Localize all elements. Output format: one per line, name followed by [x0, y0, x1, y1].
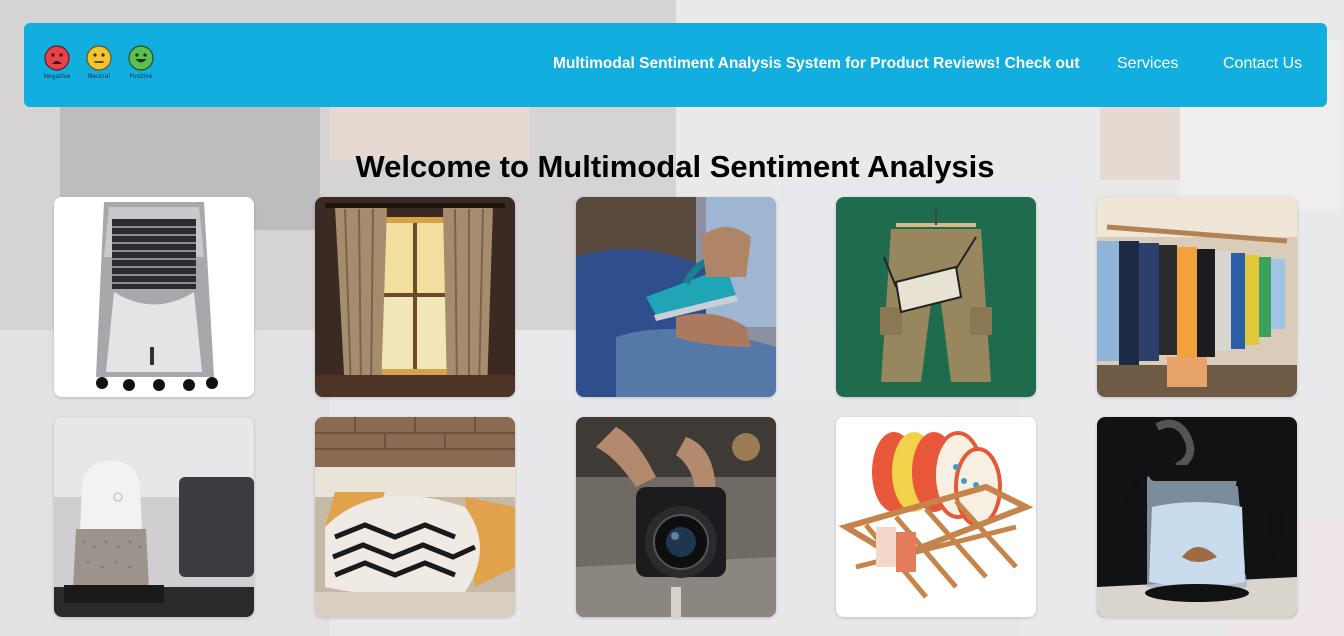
product-card-cargo-pants[interactable] [836, 197, 1037, 397]
positive-face-icon: Positive [124, 45, 158, 80]
product-card-camera[interactable] [575, 417, 776, 617]
product-card-steam-iron[interactable] [575, 197, 776, 397]
clothing-rack-image [1097, 197, 1297, 397]
electric-kettle-image [1097, 417, 1297, 617]
camera-image [575, 417, 776, 617]
nav-title-link[interactable]: Multimodal Sentiment Analysis System for… [553, 55, 1080, 73]
cushion-image [314, 417, 515, 617]
negative-label: Negative [43, 73, 71, 80]
product-grid [54, 197, 1297, 617]
cargo-pants-image [836, 197, 1037, 397]
smart-speaker-image [54, 417, 254, 617]
nav-services-link[interactable]: Services [1117, 55, 1178, 73]
neutral-face-icon: Neutral [82, 45, 116, 80]
negative-face-icon: Negative [40, 45, 74, 80]
nav-contact-link[interactable]: Contact Us [1223, 55, 1302, 73]
product-card-curtains[interactable] [314, 197, 515, 397]
positive-label: Positive [129, 73, 153, 80]
steam-iron-image [575, 197, 776, 397]
product-card-cushion[interactable] [314, 417, 515, 617]
air-cooler-image [54, 197, 254, 397]
product-card-dish-rack[interactable] [836, 417, 1037, 617]
product-card-smart-speaker[interactable] [54, 417, 254, 617]
page-heading: Welcome to Multimodal Sentiment Analysis [355, 148, 995, 184]
product-card-clothing-rack[interactable] [1097, 197, 1297, 397]
top-navbar: Negative Neutral Positive Multimodal Sen… [24, 23, 1327, 107]
product-card-electric-kettle[interactable] [1097, 417, 1297, 617]
neutral-label: Neutral [87, 73, 111, 80]
curtains-image [314, 197, 515, 397]
product-card-air-cooler[interactable] [54, 197, 254, 397]
dish-rack-image [836, 417, 1037, 617]
sentiment-logo[interactable]: Negative Neutral Positive [40, 45, 158, 80]
